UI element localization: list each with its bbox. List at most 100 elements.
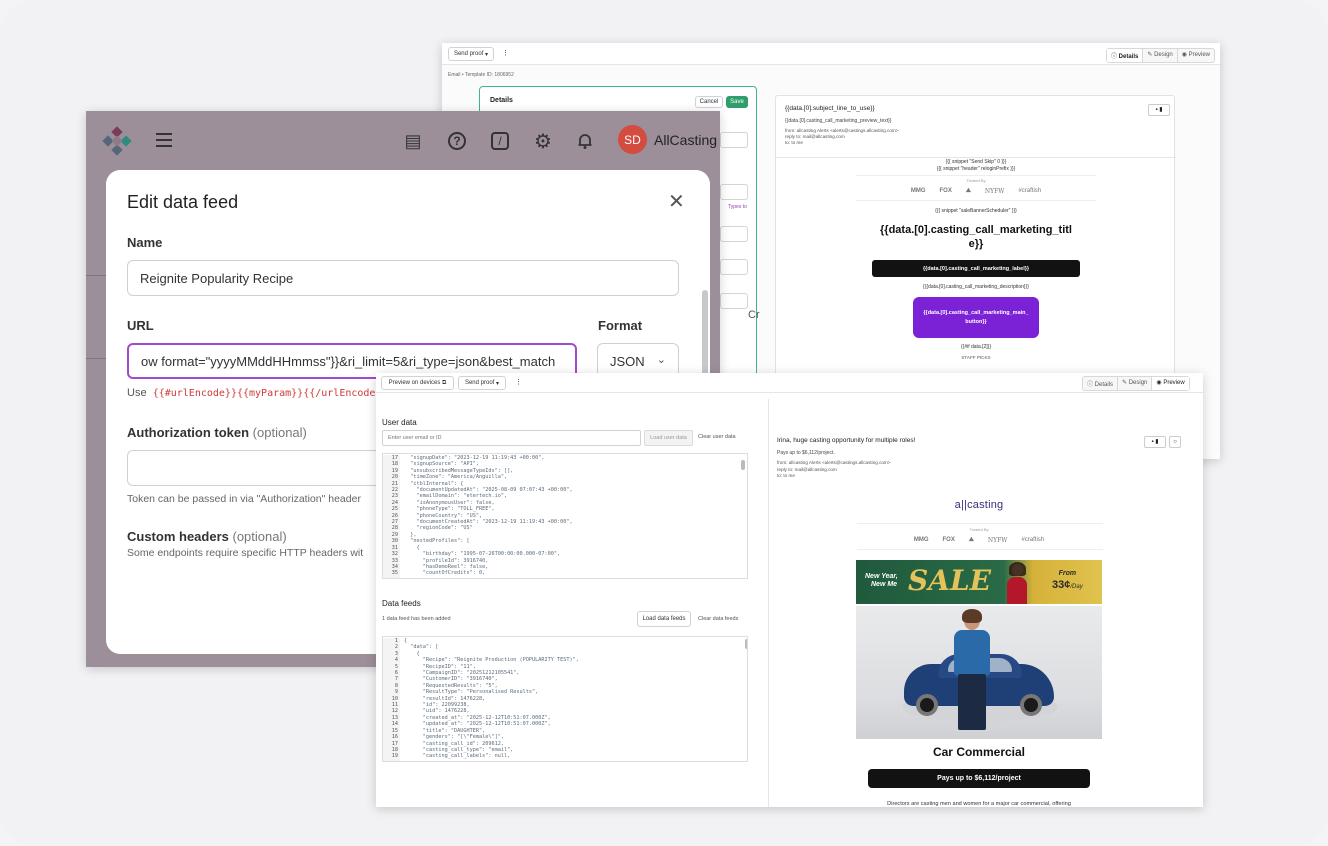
user-code-line-number: 35 xyxy=(391,570,398,577)
custom-headers-label: Custom headers (optional) xyxy=(127,529,287,544)
details-field[interactable] xyxy=(720,132,748,148)
format-label: Format xyxy=(598,318,643,333)
app-logo xyxy=(100,125,134,159)
sale-price: From 33¢/Day xyxy=(1052,570,1083,591)
screenshot-frame: Send proof ▾ ⋮ ⓘ Details ✎ Design ◉ Prev… xyxy=(0,0,1328,846)
user-code-text: "signupDate": "2023-12-19 11:19:43 +00:0… xyxy=(404,455,572,577)
auth-hint: Token can be passed in via "Authorizatio… xyxy=(127,493,361,505)
user-code-scrollbar[interactable] xyxy=(741,460,745,470)
staff-picks: STAFF PICKS xyxy=(961,355,991,360)
email-subject: Irina, huge casting opportunity for mult… xyxy=(777,437,916,444)
back-preview-text: {{data.[0].casting_call_marketing_previe… xyxy=(785,118,892,124)
snippet-send-skip: {{{ snippet "Send Skip" 0 }}} xyxy=(945,159,1007,165)
user-search-input[interactable]: Enter user email or ID xyxy=(382,430,641,446)
details-select[interactable] xyxy=(720,184,748,200)
help-icon[interactable]: ? xyxy=(443,127,471,155)
feedback-icon[interactable]: ▤ xyxy=(399,127,427,155)
pays-button[interactable]: Pays up to $6,112/project xyxy=(868,769,1090,788)
details-title: Details xyxy=(490,97,513,104)
brand-logos: MMG FOX ⛰ NYFW #craftish xyxy=(913,537,1045,544)
tab-design[interactable]: ✎ Design xyxy=(1118,377,1153,390)
feed-code-scrollbar[interactable] xyxy=(745,639,747,649)
allcasting-logo: a||casting xyxy=(954,499,1004,511)
back-view-tabs: ⓘ Details ✎ Design ◉ Preview xyxy=(1106,48,1215,63)
save-button[interactable]: Save xyxy=(726,96,748,108)
front-preview-window: Preview on devices ⧉ Send proof ▾ ⋮ ⓘ De… xyxy=(376,373,1203,807)
back-trusted-by: Trusted By xyxy=(966,178,986,183)
preview-on-devices-button[interactable]: Preview on devices ⧉ xyxy=(381,376,454,390)
tab-design[interactable]: ✎ Design xyxy=(1143,49,1178,62)
snippet-sale-banner: {{{ snippet "saleBannerScheduler" }}} xyxy=(935,208,1017,214)
types-hint: Types to xyxy=(728,204,747,210)
load-data-feeds-button[interactable]: Load data feeds xyxy=(637,611,691,627)
tab-preview[interactable]: ◉ Preview xyxy=(1152,377,1189,390)
feed-code-line: "Recipe": "Reignite Production (POPULARI… xyxy=(404,657,579,664)
email-heading: Car Commercial xyxy=(932,745,1026,759)
back-headers: from: allcasting Alerts <alerts@castings… xyxy=(785,128,899,145)
slash-command-icon[interactable]: / xyxy=(486,127,514,155)
avatar[interactable]: SD xyxy=(618,125,647,154)
details-field-3[interactable] xyxy=(720,293,748,309)
close-icon[interactable]: ✕ xyxy=(668,192,685,212)
sale-word: SALE xyxy=(908,564,991,597)
trusted-by: Trusted By xyxy=(969,527,989,532)
feed-code-line-numbers: 1 2 3 4 5 6 7 8 9 10 11 12 13 14 15 16 17 18 19 xyxy=(383,638,400,761)
back-description: {{{data.[0].casting_call_marketing_descr… xyxy=(923,284,1029,290)
front-more-icon[interactable]: ⋮ xyxy=(515,378,522,386)
sale-tagline: New Year, New Me xyxy=(865,573,898,588)
back-title: {{data.[0].casting_call_marketing_title}… xyxy=(880,224,1072,250)
tab-details[interactable]: ⓘ Details xyxy=(1083,377,1119,390)
chevron-down-icon: ▾ xyxy=(485,51,489,58)
name-input[interactable]: Reignite Popularity Recipe xyxy=(127,260,679,296)
back-more-icon[interactable]: ⋮ xyxy=(502,49,509,57)
back-device-toggle[interactable]: ▪ ▮ xyxy=(1148,104,1170,116)
back-subject: {{data.[0].subject_line_to_use}} xyxy=(785,105,875,112)
back-main-button[interactable]: {{data.[0].casting_call_marketing_main_b… xyxy=(913,297,1039,338)
sale-model-figure xyxy=(1004,562,1030,604)
email-body-text: Directors are casting men and women for … xyxy=(887,801,1071,807)
external-link-icon: ⧉ xyxy=(442,379,447,386)
front-send-proof-button[interactable]: Send proof ▾ xyxy=(458,376,506,390)
user-code-line-numbers: 17 18 19 20 21 22 23 24 25 26 27 28 29 30 31 32 33 34 35 xyxy=(383,455,400,578)
details-select-2[interactable] xyxy=(720,226,748,242)
car-commercial-photo xyxy=(856,606,1102,739)
breadcrumb: Email • Template ID: 1806952 xyxy=(448,72,514,78)
email-headers: from: allcasting Alerts <alerts@castings… xyxy=(777,460,891,478)
cancel-button[interactable]: Cancel xyxy=(695,96,723,108)
tab-details[interactable]: ⓘ Details xyxy=(1107,49,1144,62)
front-email-preview: Irina, huge casting opportunity for mult… xyxy=(769,429,1203,807)
chevron-down-icon: ▾ xyxy=(496,380,500,387)
feed-code-text: { "data": [ { "Recipe": "Reignite Produc… xyxy=(404,638,579,760)
if-data-block: {{#if data.[2]}} xyxy=(960,344,992,350)
email-pays-preheader: Pays up to $6,112/project. xyxy=(777,450,835,456)
tab-preview[interactable]: ◉ Preview xyxy=(1178,49,1214,62)
account-name[interactable]: AllCasting xyxy=(654,132,717,148)
load-user-data-button[interactable]: Load user data xyxy=(644,430,693,446)
dialog-title: Edit data feed xyxy=(127,192,239,212)
back-send-proof-button[interactable]: Send proof ▾ xyxy=(448,47,494,61)
custom-headers-hint: Some endpoints require specific HTTP hea… xyxy=(127,547,364,559)
refresh-icon[interactable]: ○ xyxy=(1169,436,1181,448)
name-label: Name xyxy=(127,235,163,250)
user-data-code-editor[interactable]: 17 18 19 20 21 22 23 24 25 26 27 28 29 30 31 32 33 34 35 "… xyxy=(382,453,748,579)
feed-code-line: "casting_call_labels": null, xyxy=(404,753,511,760)
cut-text: Cr xyxy=(748,309,760,321)
feed-code-line-number: 19 xyxy=(391,753,398,760)
user-code-line: "birthday": "1995-07-26T00:00:00.000-07:… xyxy=(404,551,561,558)
back-label-pill: {{data.[0].casting_call_marketing_label}… xyxy=(872,260,1080,277)
clear-data-feeds-button[interactable]: Clear data feeds xyxy=(698,616,738,622)
sale-banner[interactable]: New Year, New Me SALE From 33¢/Day xyxy=(856,560,1102,604)
back-brand-logos: MMG FOX ⛰ NYFW #craftish xyxy=(910,188,1042,195)
front-view-tabs: ⓘ Details ✎ Design ◉ Preview xyxy=(1082,376,1190,391)
desktop-mobile-toggle[interactable]: ▪ ▮ xyxy=(1144,436,1166,448)
details-field-2[interactable] xyxy=(720,259,748,275)
gear-icon[interactable]: ⚙ xyxy=(529,127,557,155)
bell-icon[interactable] xyxy=(571,127,599,155)
data-feeds-title: Data feeds xyxy=(382,599,421,608)
user-code-line: "countOfCredits": 0, xyxy=(404,570,486,577)
clear-user-data-button[interactable]: Clear user data xyxy=(698,434,736,440)
data-feed-code-editor[interactable]: 1 2 3 4 5 6 7 8 9 10 11 12 13 14 15 16 17 18 19 { "data": … xyxy=(382,636,748,762)
hamburger-menu-icon[interactable] xyxy=(156,133,172,147)
chevron-down-icon: ⌄ xyxy=(656,354,666,366)
data-feeds-count: 1 data feed has been added xyxy=(382,616,451,622)
